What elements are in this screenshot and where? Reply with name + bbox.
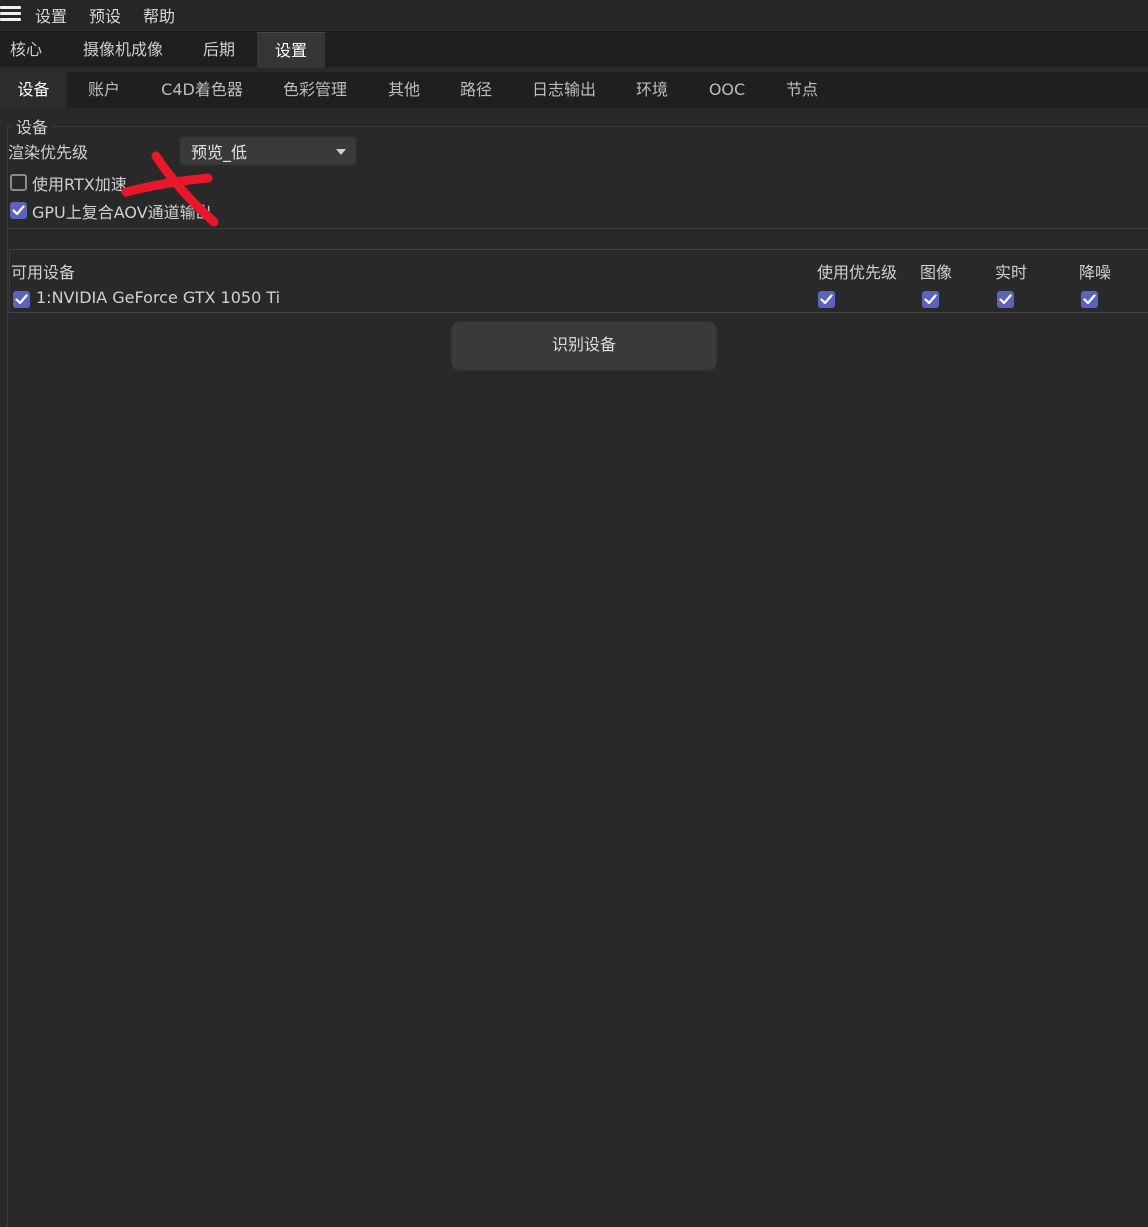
- subtab-devices[interactable]: 设备: [0, 72, 67, 108]
- device-image-checkbox[interactable]: [922, 291, 939, 308]
- device-group-title: 设备: [12, 114, 53, 138]
- header-denoise: 降噪: [1079, 263, 1112, 282]
- checkmark-icon: [820, 294, 833, 305]
- checkmark-icon: [12, 205, 25, 216]
- header-available-devices: 可用设备: [11, 263, 76, 282]
- menu-bar: 设置 预设 帮助: [0, 0, 1148, 30]
- checkmark-icon: [1083, 294, 1096, 305]
- render-priority-label: 渲染优先级: [8, 143, 89, 162]
- identify-devices-button[interactable]: 识别设备: [451, 321, 717, 371]
- tab-post[interactable]: 后期: [188, 32, 250, 68]
- menu-help[interactable]: 帮助: [143, 3, 175, 27]
- menu-settings[interactable]: 设置: [35, 3, 67, 27]
- subtab-ooc[interactable]: OOC: [698, 72, 756, 108]
- use-rtx-label: 使用RTX加速: [32, 175, 127, 194]
- hamburger-menu-icon[interactable]: [0, 4, 22, 24]
- subtab-other[interactable]: 其他: [376, 72, 432, 108]
- device-priority-checkbox[interactable]: [818, 291, 835, 308]
- subtab-log-output[interactable]: 日志输出: [520, 72, 608, 108]
- device-realtime-checkbox[interactable]: [997, 291, 1014, 308]
- header-realtime: 实时: [995, 263, 1028, 282]
- device-enabled-checkbox[interactable]: [13, 291, 30, 308]
- subtab-c4d-shader[interactable]: C4D着色器: [150, 72, 254, 108]
- subtab-nodes[interactable]: 节点: [774, 72, 830, 108]
- tab-settings[interactable]: 设置: [257, 32, 325, 68]
- subtab-paths[interactable]: 路径: [448, 72, 504, 108]
- gpu-aov-checkbox[interactable]: [10, 202, 27, 219]
- checkmark-icon: [15, 294, 28, 305]
- checkmark-icon: [924, 294, 937, 305]
- use-rtx-checkbox[interactable]: [10, 174, 27, 191]
- red-cross-annotation: [121, 151, 219, 227]
- header-image: 图像: [920, 263, 953, 282]
- subtab-color-management[interactable]: 色彩管理: [272, 72, 358, 108]
- top-tab-bar: 核心 摄像机成像 后期 设置: [0, 31, 1148, 68]
- header-use-priority: 使用优先级: [817, 263, 898, 282]
- menu-presets[interactable]: 预设: [89, 3, 121, 27]
- device-denoise-checkbox[interactable]: [1081, 291, 1098, 308]
- device-name: 1:NVIDIA GeForce GTX 1050 Ti: [36, 288, 281, 307]
- sub-tab-bar: 设备 账户 C4D着色器 色彩管理 其他 路径 日志输出 环境 OOC 节点: [0, 72, 1148, 108]
- checkmark-icon: [999, 294, 1012, 305]
- tab-camera-imager[interactable]: 摄像机成像: [66, 32, 180, 68]
- subtab-environment[interactable]: 环境: [624, 72, 680, 108]
- chevron-down-icon: [336, 149, 346, 155]
- subtab-account[interactable]: 账户: [72, 72, 136, 108]
- tab-core[interactable]: 核心: [0, 32, 52, 68]
